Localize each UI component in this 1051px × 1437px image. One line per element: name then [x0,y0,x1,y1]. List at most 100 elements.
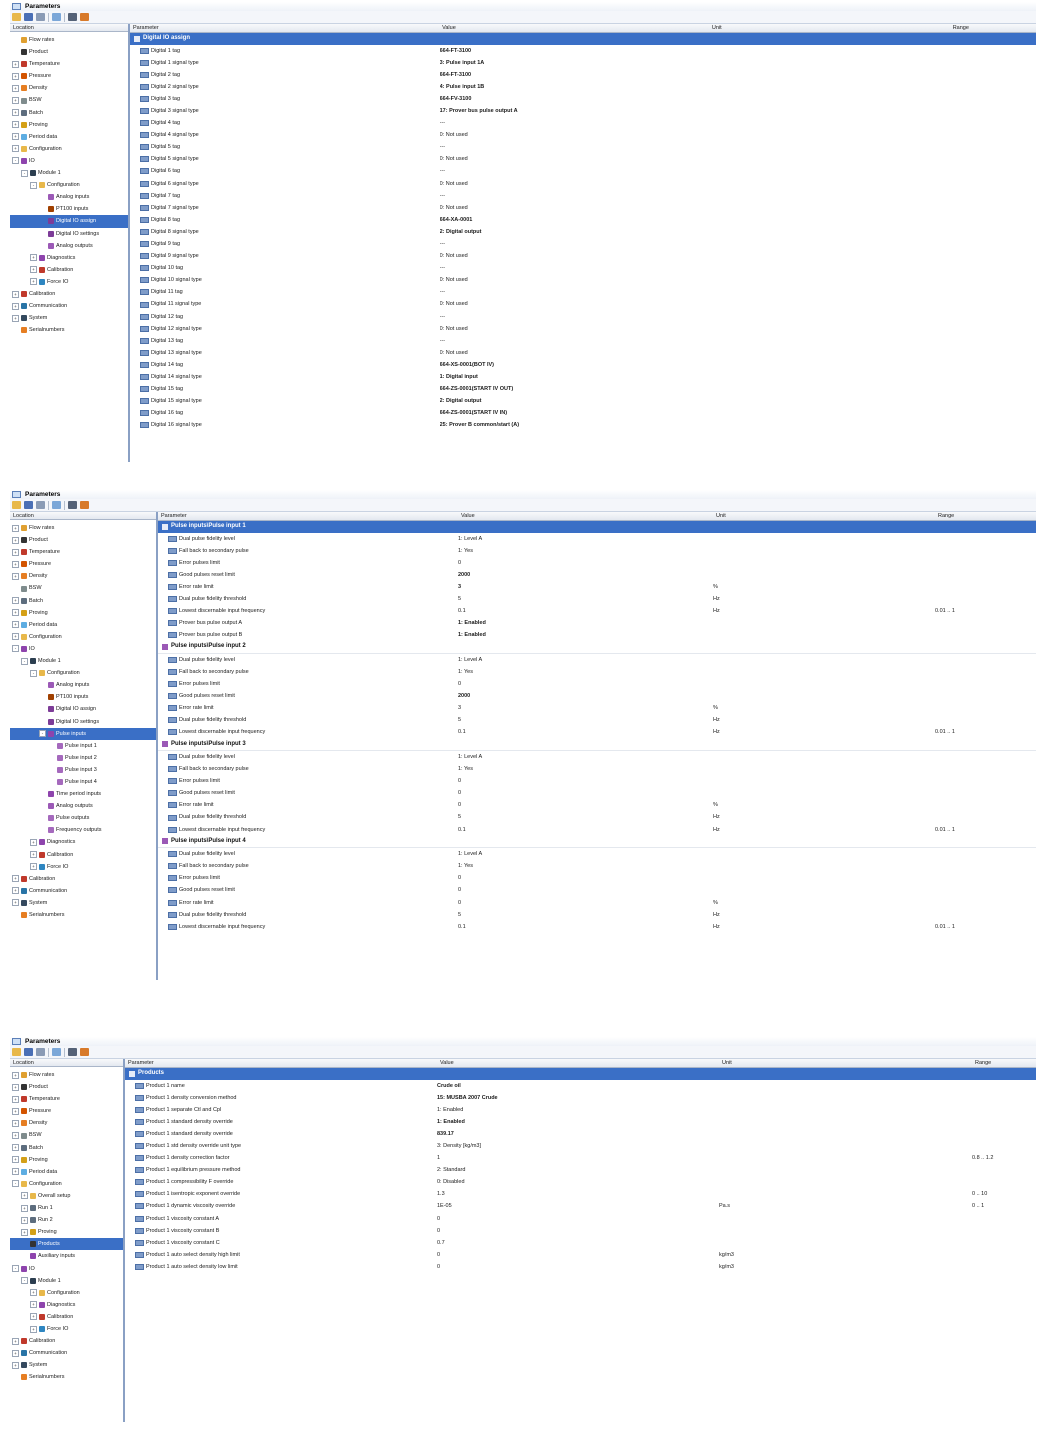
grid-icon[interactable] [68,501,77,509]
table-row[interactable]: Digital 1 signal type 3: Pulse input 1A [130,57,1036,69]
value-cell[interactable]: --- [440,141,710,153]
value-cell[interactable]: 5 [458,714,713,726]
tree-item-temperature[interactable]: + Temperature [10,58,128,70]
table-row[interactable]: Product 1 name Crude oil [125,1080,1036,1092]
tree-item-analog-inputs[interactable]: Analog inputs [10,679,156,691]
expand-icon[interactable]: + [12,145,19,153]
expand-icon[interactable]: + [30,278,37,286]
tree-item-bsw[interactable]: BSW [10,582,156,594]
expand-icon[interactable]: + [12,1168,19,1176]
tree-item-digital-io-settings[interactable]: Digital IO settings [10,228,128,240]
value-cell[interactable]: 0 [458,678,713,690]
collapse-icon[interactable]: - [12,1180,19,1188]
value-cell[interactable]: 0 [437,1225,719,1237]
undo-icon[interactable] [52,501,61,509]
value-cell[interactable]: 0.1 [458,726,713,738]
value-cell[interactable]: --- [440,190,710,202]
table-row[interactable]: Product 1 standard density override 1: En… [125,1116,1036,1128]
tree-item-io[interactable]: - IO [10,1263,123,1275]
tree-item-pulse-inputs[interactable]: - Pulse inputs [10,727,156,740]
tree-item-density[interactable]: + Density [10,82,128,94]
tree-item-configuration[interactable]: + Configuration [10,1287,123,1299]
expand-icon[interactable]: + [12,60,19,68]
value-cell[interactable]: 664-ZS-0001(START IV IN) [440,407,710,419]
tree-item-pulse-outputs[interactable]: Pulse outputs [10,812,156,824]
table-row[interactable]: Digital 15 signal type 2: Digital output [130,395,1036,407]
value-cell[interactable]: 0.1 [458,605,713,617]
expand-icon[interactable]: + [12,1071,19,1079]
table-row[interactable]: Digital 7 signal type 0: Not used [130,202,1036,214]
expand-icon[interactable]: + [30,1325,37,1333]
tree-item-diagnostics[interactable]: + Diagnostics [10,836,156,848]
value-cell[interactable]: 664-FV-3100 [440,93,710,105]
value-cell[interactable]: 1: Yes [458,860,713,872]
tree-item-product[interactable]: + Product [10,1081,123,1093]
value-cell[interactable]: 1: Level A [458,848,713,860]
collapse-icon[interactable]: - [12,1265,19,1273]
tree-item-configuration[interactable]: - Configuration [10,179,128,191]
value-cell[interactable]: 0 [437,1261,719,1273]
tree-item-system[interactable]: + System [10,312,128,324]
tree-item-analog-outputs[interactable]: Analog outputs [10,800,156,812]
table-row[interactable]: Digital 10 tag --- [130,262,1036,274]
unit-column-header[interactable]: Unit [713,512,935,520]
tree-item-bsw[interactable]: + BSW [10,1129,123,1141]
value-cell[interactable]: 0 [437,1249,719,1261]
table-row[interactable]: Product 1 equilibrium pressure method 2: … [125,1164,1036,1176]
tree-item-module-1[interactable]: - Module 1 [10,655,156,667]
value-cell[interactable]: 2: Digital output [440,395,710,407]
group-header[interactable]: Pulse inputs\Pulse input 3 [158,738,1036,751]
expand-icon[interactable]: + [21,1192,28,1200]
tree-item-digital-io-assign[interactable]: Digital IO assign [10,215,128,228]
value-cell[interactable]: 664-FT-3100 [440,69,710,81]
unit-column-header[interactable]: Unit [709,24,950,32]
tree-item-batch[interactable]: + Batch [10,107,128,119]
table-row[interactable]: Dual pulse fidelity level 1: Level A [158,751,1036,763]
value-cell[interactable]: 2000 [458,690,713,702]
tree-item-force-io[interactable]: + Force IO [10,276,128,288]
expand-icon[interactable]: + [12,548,19,556]
tree-item-batch[interactable]: + Batch [10,595,156,607]
table-row[interactable]: Fall back to secondary pulse 1: Yes [158,666,1036,678]
tree-item-flow-rates[interactable]: + Flow rates [10,522,156,534]
value-cell[interactable]: 1.3 [437,1188,719,1200]
value-cell[interactable]: 0 [458,799,713,811]
parameter-column-header[interactable]: Parameter [158,512,458,520]
range-column-header[interactable]: Range [950,24,1036,32]
tree-item-serialnumbers[interactable]: Serialnumbers [10,1371,123,1383]
value-cell[interactable]: 25: Prover B common/start (A) [440,419,710,431]
table-row[interactable]: Lowest discernable input frequency 0.1 Hz 0… [158,726,1036,738]
value-cell[interactable]: 0 [458,897,713,909]
value-cell[interactable]: 1: Enabled [437,1104,719,1116]
grid-icon[interactable] [68,13,77,21]
value-cell[interactable]: --- [440,335,710,347]
tree-item-calibration[interactable]: + Calibration [10,1335,123,1347]
table-row[interactable]: Digital 16 signal type 25: Prover B commo… [130,419,1036,431]
table-row[interactable]: Product 1 density correction factor 1 0.8 … [125,1152,1036,1164]
tree-item-analog-outputs[interactable]: Analog outputs [10,240,128,252]
table-row[interactable]: Product 1 isentropic exponent override 1.… [125,1188,1036,1200]
value-cell[interactable]: 0: Not used [440,153,710,165]
expand-icon[interactable]: + [12,121,19,129]
expand-icon[interactable]: + [30,851,37,859]
table-row[interactable]: Error pulses limit 0 [158,678,1036,690]
table-row[interactable]: Error pulses limit 0 [158,775,1036,787]
value-cell[interactable]: 0: Not used [440,298,710,310]
expand-icon[interactable]: + [12,133,19,141]
expand-icon[interactable]: + [12,1095,19,1103]
table-row[interactable]: Digital 14 tag 664-XS-0001(BOT IV) [130,359,1036,371]
value-cell[interactable]: --- [440,286,710,298]
collapse-icon[interactable]: - [21,169,28,177]
value-cell[interactable]: 664-FT-3100 [440,45,710,57]
expand-icon[interactable]: + [12,314,19,322]
table-row[interactable]: Product 1 standard density override 839.1… [125,1128,1036,1140]
value-cell[interactable]: 1: Yes [458,666,713,678]
expand-icon[interactable]: + [30,863,37,871]
tree-item-density[interactable]: + Density [10,1117,123,1129]
value-cell[interactable]: 0 [437,1213,719,1225]
tree-item-proving[interactable]: + Proving [10,607,156,619]
table-row[interactable]: Digital 12 signal type 0: Not used [130,323,1036,335]
value-cell[interactable]: 1: Level A [458,654,713,666]
tree-item-diagnostics[interactable]: + Diagnostics [10,1299,123,1311]
parameter-column-header[interactable]: Parameter [125,1059,437,1067]
